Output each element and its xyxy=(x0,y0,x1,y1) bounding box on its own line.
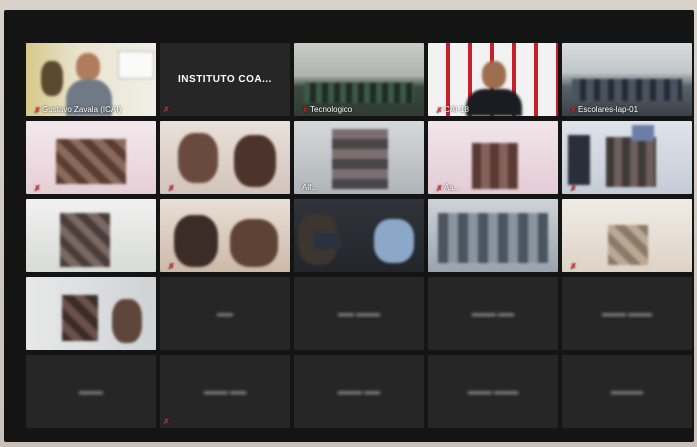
blurred-face xyxy=(178,133,218,183)
participant-tile[interactable]: ✗ xyxy=(160,121,290,194)
participant-tile[interactable] xyxy=(26,199,156,272)
participant-name: ✗Gustavo Zavala (ICAI) xyxy=(34,105,122,115)
participant-tile[interactable] xyxy=(294,199,424,272)
classroom-students xyxy=(572,79,682,101)
blurred-people xyxy=(438,213,548,263)
participant-tile[interactable]: Alf... xyxy=(294,121,424,194)
participant-tile[interactable]: ✗ xyxy=(562,199,692,272)
microphone-muted-icon: ✗ xyxy=(168,261,175,271)
microphone-muted-icon: ✗ xyxy=(163,417,170,426)
participant-tile[interactable] xyxy=(26,277,156,350)
participant-name: ✗ xyxy=(570,183,578,193)
participant-tile[interactable]: ▬▬▬ ▬▬▬ xyxy=(428,355,558,428)
blurred-face xyxy=(174,215,218,267)
microphone-muted-icon: ✗ xyxy=(570,183,577,193)
microphone-muted-icon: ✗ xyxy=(163,105,170,114)
participant-tile[interactable]: ✗Escolares-lap-01 xyxy=(562,43,692,116)
participant-name: Alf... xyxy=(302,183,319,192)
face-mask xyxy=(374,219,414,263)
blurred-face xyxy=(332,129,388,189)
participant-name: ✗Escolares-lap-01 xyxy=(570,105,639,115)
participant-tile[interactable]: ▬▬▬ xyxy=(26,355,156,428)
blurred-face xyxy=(230,219,278,267)
participant-name-display: INSTITUTO COA... xyxy=(178,74,272,85)
participant-name: ✗ xyxy=(34,183,42,193)
blurred-participant-name: ▬▬▬ ▬▬▬ xyxy=(601,309,653,318)
participant-tile[interactable]: ✗ xyxy=(160,199,290,272)
participant-tile[interactable]: ✗ xyxy=(26,121,156,194)
participant-name: ✗ xyxy=(570,261,578,271)
blurred-person xyxy=(568,135,590,185)
microphone-muted-icon: ✗ xyxy=(570,261,577,271)
participant-face xyxy=(76,53,100,81)
participant-name: ✗ xyxy=(168,183,176,193)
logo-sign xyxy=(632,125,654,141)
participant-tile[interactable]: ✗As... xyxy=(428,121,558,194)
participant-name: ✗As... xyxy=(436,183,461,193)
participant-suit xyxy=(466,89,522,116)
blurred-participant-name: ▬▬▬ xyxy=(79,387,103,396)
microphone-muted-icon: ✗ xyxy=(436,105,443,115)
microphone-muted-icon: ✗ xyxy=(302,105,309,115)
participant-tile[interactable]: ✗Gustavo Zavala (ICAI) xyxy=(26,43,156,116)
microphone-muted-icon: ✗ xyxy=(570,105,577,115)
blurred-participant-name: ▬▬ ▬▬▬ xyxy=(337,309,381,318)
microphone-muted-icon: ✗ xyxy=(436,183,443,193)
plant-shape xyxy=(41,61,63,96)
participant-tile[interactable]: ▬▬▬ ▬▬ ✗ xyxy=(160,355,290,428)
classroom-students xyxy=(304,83,414,103)
participant-tile[interactable]: ✗ xyxy=(562,121,692,194)
blurred-face xyxy=(234,135,276,187)
blurred-participant-name: ▬▬ xyxy=(217,309,233,318)
participant-name: ✗ xyxy=(168,261,176,271)
participant-tile[interactable]: ▬▬ xyxy=(160,277,290,350)
participant-name: ✗CAI-18 xyxy=(436,105,469,115)
participant-tile[interactable]: ✗Tecnologico xyxy=(294,43,424,116)
participant-name: ✗Tecnologico xyxy=(302,105,353,115)
blurred-participant-name: ▬▬▬ ▬▬ xyxy=(471,309,515,318)
participant-tile[interactable]: ✗CAI-18 xyxy=(428,43,558,116)
participant-tile[interactable]: ▬▬▬ ▬▬▬ xyxy=(562,277,692,350)
blurred-face xyxy=(606,137,656,187)
blurred-face xyxy=(60,213,110,267)
microphone-muted-icon: ✗ xyxy=(34,183,41,193)
participant-tile[interactable]: ▬▬▬▬ xyxy=(562,355,692,428)
peace-sign-hand xyxy=(112,299,142,343)
participant-tile[interactable]: ▬▬ ▬▬▬ xyxy=(294,277,424,350)
microphone-muted-icon: ✗ xyxy=(34,105,41,115)
blurred-face xyxy=(472,143,518,189)
blurred-participant-name: ▬▬▬ ▬▬ xyxy=(337,387,381,396)
microphone-muted-icon: ✗ xyxy=(168,183,175,193)
face-mask xyxy=(314,233,342,249)
video-meeting-window: ✗Gustavo Zavala (ICAI) INSTITUTO COA... … xyxy=(4,10,694,442)
blurred-people xyxy=(56,139,126,184)
participant-face xyxy=(482,61,506,89)
participant-tile[interactable]: INSTITUTO COA... ✗ xyxy=(160,43,290,116)
participant-tile[interactable]: ▬▬▬ ▬▬ xyxy=(294,355,424,428)
blurred-participant-name: ▬▬▬ ▬▬▬ xyxy=(467,387,519,396)
participant-tile[interactable]: ▬▬▬ ▬▬ xyxy=(428,277,558,350)
blurred-face xyxy=(62,295,98,341)
blurred-participant-name: ▬▬▬▬ xyxy=(611,387,643,396)
whiteboard xyxy=(118,51,154,79)
participant-tile[interactable] xyxy=(428,199,558,272)
blurred-participant-name: ▬▬▬ ▬▬ xyxy=(203,387,247,396)
participant-gallery: ✗Gustavo Zavala (ICAI) INSTITUTO COA... … xyxy=(26,43,692,443)
blurred-face xyxy=(608,225,648,265)
